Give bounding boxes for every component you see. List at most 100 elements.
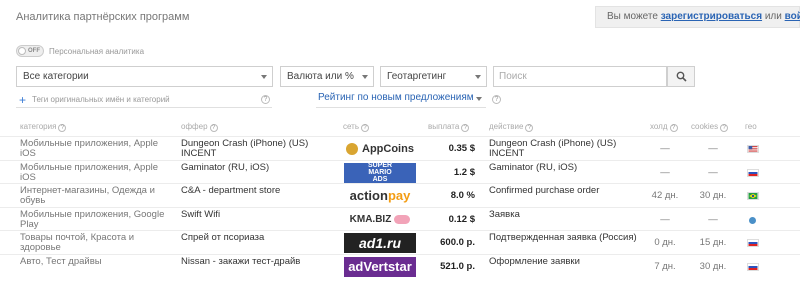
logo-text: action — [349, 188, 388, 203]
row-network[interactable]: SUPER MARIO ADS — [344, 162, 416, 183]
column-network[interactable]: сеть? — [343, 122, 370, 132]
search-input[interactable] — [493, 66, 667, 87]
row-network[interactable]: KMA.BIZ — [344, 210, 416, 230]
row-hold: — — [660, 213, 670, 225]
register-link[interactable]: зарегистрироваться — [661, 11, 762, 22]
table-row[interactable]: Мобильные приложения, Google Play Swift … — [0, 206, 800, 231]
login-middle: или — [764, 11, 782, 22]
br-flag-icon — [747, 192, 759, 200]
row-category: Мобильные приложения, Google Play — [20, 208, 165, 230]
currency-select-value: Валюта или % — [287, 71, 354, 82]
ru-flag-icon — [747, 168, 759, 177]
column-category[interactable]: категория? — [20, 122, 67, 132]
ru-flag-icon — [747, 239, 759, 247]
personal-analytics-row: OFF Персональная аналитика — [16, 44, 144, 58]
logo-text: AppCoins — [362, 143, 414, 155]
row-category: Товары почтой, Красота и здоровье — [20, 232, 135, 253]
logo-text: ADS — [372, 176, 388, 183]
row-cookies: — — [708, 143, 718, 154]
table-row[interactable]: Интернет-магазины, Одежда и обувь C&A - … — [0, 183, 800, 207]
column-action[interactable]: действие? — [489, 122, 534, 132]
us-flag-icon — [747, 145, 759, 153]
row-category: Мобильные приложения, Apple iOS — [20, 161, 159, 183]
column-label: оффер — [181, 122, 208, 131]
help-icon[interactable]: ? — [525, 124, 534, 132]
column-cookies[interactable]: cookies? — [691, 122, 729, 132]
page-title: Аналитика партнёрских программ — [16, 11, 190, 23]
table-row[interactable]: Товары почтой, Красота и здоровье Спрей … — [0, 230, 800, 254]
row-action: Gaminator (RU, iOS) — [489, 161, 578, 173]
column-hold[interactable]: холд? — [650, 122, 678, 132]
row-network[interactable]: ad1.ru — [344, 233, 416, 253]
row-hold: — — [660, 166, 670, 178]
column-label: холд — [650, 122, 668, 131]
table-row[interactable]: Мобильные приложения, Apple iOS Gaminato… — [0, 159, 800, 183]
column-payout[interactable]: выплата? — [428, 122, 470, 132]
login-link[interactable]: войти — [785, 11, 800, 22]
column-label: действие — [489, 122, 524, 131]
search-button[interactable] — [667, 66, 695, 87]
logo-text: MARIO — [368, 169, 392, 176]
column-offer[interactable]: оффер? — [181, 122, 218, 132]
row-offer[interactable]: Dungeon Crash (iPhone) (US) INCENT — [181, 139, 336, 159]
super-mario-ads-logo: SUPER MARIO ADS — [344, 162, 416, 183]
row-geo — [747, 192, 759, 200]
toggle-state: OFF — [28, 48, 40, 54]
login-box: Вы можете зарегистрироваться или войти — [595, 6, 800, 28]
ad1-logo: ad1.ru — [344, 233, 416, 253]
table-row[interactable]: Мобильные приложения, Apple iOS Dungeon … — [0, 136, 800, 160]
row-geo — [747, 262, 759, 271]
row-offer[interactable]: Swift Wifi — [181, 209, 336, 220]
personal-analytics-toggle[interactable]: OFF — [16, 45, 44, 57]
geo-select[interactable]: Геотаргетинг — [380, 66, 487, 87]
row-network[interactable]: action pay — [344, 186, 416, 206]
row-offer[interactable]: C&A - department store — [181, 186, 336, 196]
help-icon[interactable]: ? — [669, 124, 678, 132]
help-icon[interactable]: ? — [720, 124, 729, 132]
row-offer[interactable]: Nissan - закажи тест-драйв — [181, 256, 336, 267]
row-hold: — — [660, 143, 670, 154]
row-geo — [747, 216, 759, 224]
logo-text: SUPER — [367, 162, 393, 169]
help-icon[interactable]: ? — [461, 124, 470, 132]
help-icon[interactable]: ? — [209, 124, 218, 132]
row-hold: 7 дн. — [654, 260, 676, 272]
row-geo — [747, 239, 759, 247]
logo-text: pay — [387, 188, 411, 203]
row-offer[interactable]: Gaminator (RU, iOS) — [181, 162, 336, 173]
row-action: Оформление заявки — [489, 255, 580, 267]
category-select[interactable]: Все категории — [16, 66, 273, 87]
appcoins-logo: AppCoins — [344, 139, 416, 159]
top-bar: Аналитика партнёрских программ Вы можете… — [0, 0, 800, 36]
ru-flag-icon — [747, 262, 759, 271]
globe-icon — [749, 216, 756, 224]
column-geo[interactable]: гео — [745, 122, 757, 131]
row-category: Интернет-магазины, Одежда и обувь — [20, 185, 155, 206]
tags-label: Теги оригинальных имён и категорий — [32, 95, 170, 104]
help-icon[interactable]: ? — [58, 124, 67, 132]
row-network[interactable]: adVertstar — [344, 256, 416, 277]
table-row[interactable]: Авто, Тест драйвы Nissan - закажи тест-д… — [0, 253, 800, 278]
help-icon[interactable]: ? — [361, 124, 370, 132]
row-payout: 8.0 % — [450, 190, 475, 201]
login-prefix: Вы можете — [607, 11, 658, 22]
coin-icon — [346, 143, 359, 155]
tags-input[interactable]: + Теги оригинальных имён и категорий ? — [16, 92, 272, 108]
currency-select[interactable]: Валюта или % — [280, 66, 374, 87]
row-action: Заявка — [489, 208, 520, 220]
sort-select[interactable]: Рейтинг по новым предложениям — [316, 92, 486, 108]
help-icon[interactable]: ? — [261, 95, 270, 104]
row-network[interactable]: AppCoins — [344, 139, 416, 159]
column-label: гео — [745, 122, 757, 131]
row-action: Подтвержденная заявка (Россия) — [489, 232, 637, 243]
row-payout: 1.2 $ — [453, 166, 475, 178]
help-icon[interactable]: ? — [492, 95, 501, 104]
plus-icon: + — [19, 92, 27, 107]
actionpay-logo: action pay — [344, 186, 416, 206]
personal-analytics-label: Персональная аналитика — [49, 46, 145, 56]
row-action: Dungeon Crash (iPhone) (US) INCENT — [489, 138, 617, 159]
row-offer[interactable]: Спрей от псориаза — [181, 233, 336, 243]
column-label: cookies — [691, 122, 719, 131]
column-label: выплата — [428, 122, 460, 131]
geo-select-value: Геотаргетинг — [387, 71, 447, 82]
